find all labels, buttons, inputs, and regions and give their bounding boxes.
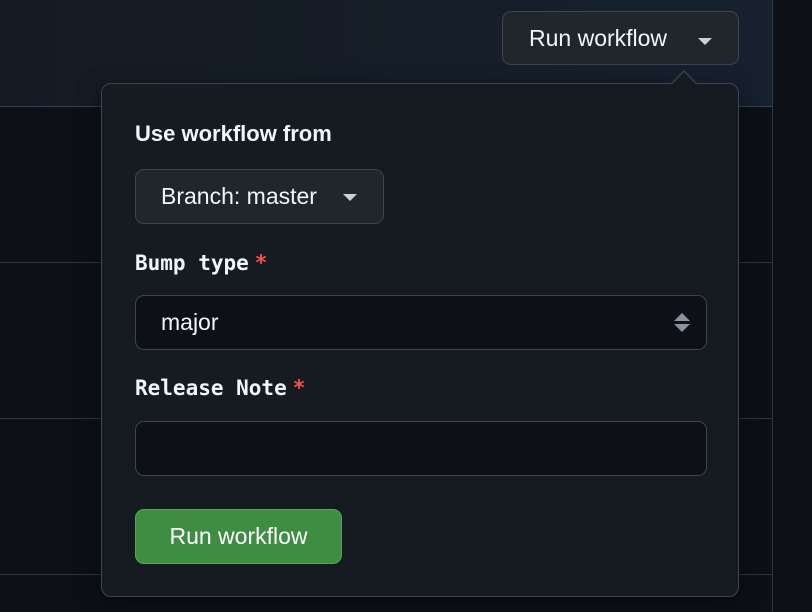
run-workflow-submit-label: Run workflow: [169, 523, 308, 549]
chevron-down-icon: [343, 194, 357, 201]
branch-select-button[interactable]: Branch: master: [135, 169, 384, 224]
bump-type-label-text: Bump type: [135, 251, 249, 275]
popover-pointer-fill: [671, 72, 697, 85]
page-right-column: [772, 0, 812, 612]
bump-type-label: Bump type *: [135, 251, 267, 275]
branch-select-label: Branch: master: [161, 183, 317, 209]
use-workflow-from-label: Use workflow from: [135, 121, 332, 146]
select-updown-icon: [674, 313, 690, 333]
bump-type-select[interactable]: major: [135, 295, 707, 350]
release-note-label-text: Release Note: [135, 376, 287, 400]
run-workflow-dropdown-button[interactable]: Run workflow: [502, 11, 739, 65]
release-note-input[interactable]: [135, 421, 707, 476]
run-workflow-popover: Use workflow from Branch: master Bump ty…: [101, 83, 739, 597]
required-indicator: *: [292, 376, 306, 400]
bump-type-selected-value: major: [161, 309, 219, 335]
run-workflow-submit-button[interactable]: Run workflow: [135, 509, 342, 564]
required-indicator: *: [254, 251, 268, 275]
chevron-down-icon: [698, 38, 712, 45]
release-note-label: Release Note *: [135, 376, 305, 400]
run-workflow-dropdown-label: Run workflow: [529, 24, 668, 51]
